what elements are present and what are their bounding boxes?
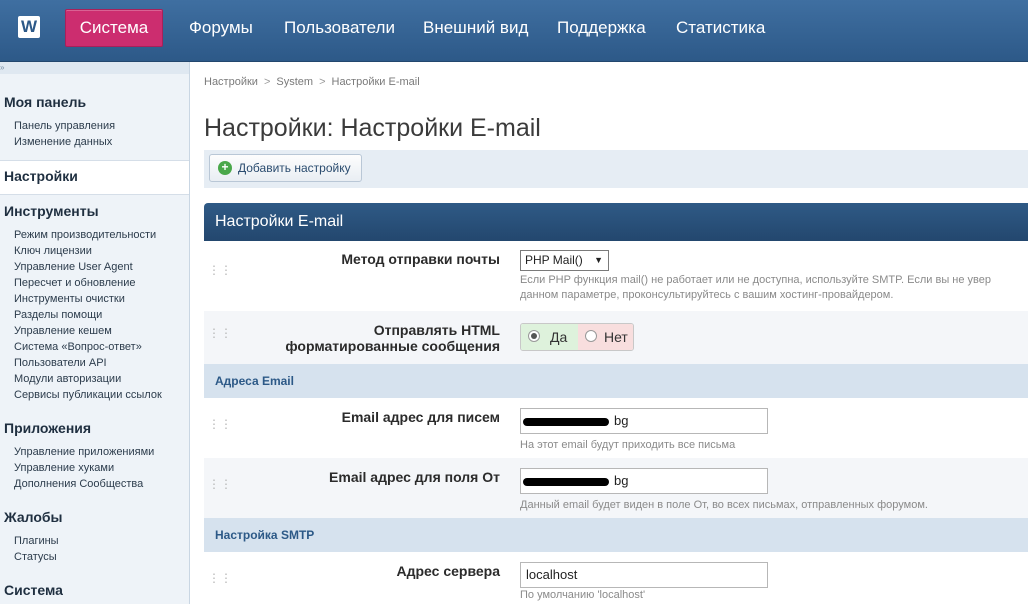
mail-method-hint-2: данном параметре, проконсультируйтесь с … xyxy=(520,289,894,301)
setting-row-mail-method: ⋮⋮ Метод отправки почты PHP Mail() ▼ Есл… xyxy=(204,241,1028,311)
sidebar-item-qa-system[interactable]: Система «Вопрос-ответ» xyxy=(14,341,142,353)
sidebar-item-help-sections[interactable]: Разделы помощи xyxy=(14,309,102,321)
html-mail-label: Отправлять HTML xyxy=(373,322,500,338)
sidebar-heading-tools: Инструменты xyxy=(4,203,99,219)
email-from-hint: Данный email будет виден в поле От, во в… xyxy=(520,499,928,511)
mail-method-value: PHP Mail() xyxy=(525,253,583,267)
sidebar-heading-complaints: Жалобы xyxy=(4,509,63,525)
html-mail-yes-option[interactable]: Да xyxy=(521,324,578,350)
redaction-mark xyxy=(523,418,609,426)
radio-unchecked-icon[interactable] xyxy=(585,330,597,342)
add-plus-icon: + xyxy=(218,161,232,175)
breadcrumb: Настройки > System > Настройки E-mail xyxy=(204,76,420,88)
sidebar-item-cleanup-tools[interactable]: Инструменты очистки xyxy=(14,293,125,305)
drag-handle-icon[interactable]: ⋮⋮ xyxy=(208,572,232,590)
sidebar-item-manage-apps[interactable]: Управление приложениями xyxy=(14,446,154,458)
sidebar-item-plugins[interactable]: Плагины xyxy=(14,535,59,547)
drag-handle-icon[interactable]: ⋮⋮ xyxy=(208,264,232,282)
sidebar-item-performance-mode[interactable]: Режим производительности xyxy=(14,229,156,241)
server-hint: По умолчанию 'localhost' xyxy=(520,589,646,601)
email-to-input[interactable]: bg xyxy=(520,408,768,434)
collapse-arrow-icon[interactable]: » xyxy=(0,63,4,72)
html-mail-toggle: Да Нет xyxy=(520,323,634,351)
mail-method-label: Метод отправки почты xyxy=(341,251,500,267)
breadcrumb-settings[interactable]: Настройки xyxy=(204,76,258,88)
setting-row-email-from: ⋮⋮ Email адрес для поля От bg Данный ema… xyxy=(204,458,1028,518)
page-title: Настройки: Настройки E-mail xyxy=(204,114,541,142)
section-title-email: Адреса Email xyxy=(215,374,294,388)
html-mail-yes-label: Да xyxy=(550,329,568,345)
app-logo-icon[interactable]: W xyxy=(18,16,40,38)
html-mail-label-2: форматированные сообщения xyxy=(285,338,500,354)
sidebar-item-statuses[interactable]: Статусы xyxy=(14,551,57,563)
sidebar-item-license-key[interactable]: Ключ лицензии xyxy=(14,245,92,257)
nav-tab-system[interactable]: Система xyxy=(65,9,163,47)
sidebar-collapse-strip[interactable]: » xyxy=(0,62,189,74)
nav-tab-support[interactable]: Поддержка xyxy=(557,10,646,46)
sidebar-item-control-panel[interactable]: Панель управления xyxy=(14,120,115,132)
drag-handle-icon[interactable]: ⋮⋮ xyxy=(208,327,232,345)
mail-method-hint: Если PHP функция mail() не работает или … xyxy=(520,274,992,286)
sidebar-item-edit-details[interactable]: Изменение данных xyxy=(14,136,112,148)
sidebar-item-auth-modules[interactable]: Модули авторизации xyxy=(14,373,121,385)
section-title-smtp: Настройка SMTP xyxy=(215,528,315,542)
html-mail-no-option[interactable]: Нет xyxy=(578,324,633,350)
sidebar-item-user-agent[interactable]: Управление User Agent xyxy=(14,261,133,273)
sidebar-item-link-services[interactable]: Сервисы публикации ссылок xyxy=(14,389,162,401)
email-to-value: bg xyxy=(614,413,629,428)
html-mail-no-label: Нет xyxy=(604,329,628,345)
redaction-mark xyxy=(523,478,609,486)
email-from-value: bg xyxy=(614,473,629,488)
nav-tab-statistics[interactable]: Статистика xyxy=(676,10,765,46)
main-content: Настройки > System > Настройки E-mail Настро… xyxy=(190,62,1028,604)
setting-row-html-mail: ⋮⋮ Отправлять HTML форматированные сообщ… xyxy=(204,311,1028,364)
server-input[interactable]: localhost xyxy=(520,562,768,588)
sidebar-item-manage-hooks[interactable]: Управление хуками xyxy=(14,462,114,474)
setting-row-email-to: ⋮⋮ Email адрес для писем bg На этот emai… xyxy=(204,398,1028,458)
sidebar-item-settings[interactable]: Настройки xyxy=(0,160,189,195)
drag-handle-icon[interactable]: ⋮⋮ xyxy=(208,418,232,436)
sidebar-item-community-addons[interactable]: Дополнения Сообщества xyxy=(14,478,143,490)
sidebar-heading-apps: Приложения xyxy=(4,420,92,436)
action-bar: + Добавить настройку xyxy=(204,150,1028,188)
add-setting-label: Добавить настройку xyxy=(238,161,351,175)
sidebar-item-recount[interactable]: Пересчет и обновление xyxy=(14,277,136,289)
nav-tab-appearance[interactable]: Внешний вид xyxy=(423,10,528,46)
nav-tab-users[interactable]: Пользователи xyxy=(284,10,395,46)
add-setting-button[interactable]: + Добавить настройку xyxy=(209,154,362,182)
top-navigation-bar: W Система Форумы Пользователи Внешний ви… xyxy=(0,0,1028,62)
server-label: Адрес сервера xyxy=(396,563,501,579)
section-header-smtp: Настройка SMTP xyxy=(204,518,1028,552)
email-from-label: Email адрес для поля От xyxy=(329,469,500,485)
settings-panel-title: Настройки E-mail xyxy=(215,213,344,230)
drag-handle-icon[interactable]: ⋮⋮ xyxy=(208,478,232,496)
breadcrumb-separator: > xyxy=(319,76,326,88)
breadcrumb-separator: > xyxy=(263,76,271,88)
setting-row-server: ⋮⋮ Адрес сервера localhost По умолчанию … xyxy=(204,552,1028,604)
nav-tab-forums[interactable]: Форумы xyxy=(189,10,253,46)
breadcrumb-system[interactable]: System xyxy=(276,76,313,88)
sidebar-item-cache[interactable]: Управление кешем xyxy=(14,325,112,337)
section-header-email: Адреса Email xyxy=(204,364,1028,398)
radio-checked-icon[interactable] xyxy=(528,330,540,342)
settings-panel-header: Настройки E-mail xyxy=(204,203,1028,241)
email-from-input[interactable]: bg xyxy=(520,468,768,494)
dropdown-arrow-icon: ▼ xyxy=(594,255,603,265)
sidebar-heading-system: Система xyxy=(4,582,63,598)
email-to-hint: На этот email будут приходить все письма xyxy=(520,439,736,451)
sidebar: » Моя панель Панель управления Изменение… xyxy=(0,62,190,604)
sidebar-item-api-users[interactable]: Пользователи API xyxy=(14,357,107,369)
email-to-label: Email адрес для писем xyxy=(341,409,500,425)
mail-method-select[interactable]: PHP Mail() ▼ xyxy=(520,250,609,271)
sidebar-heading-settings: Настройки xyxy=(4,168,78,184)
sidebar-heading-dashboard: Моя панель xyxy=(4,94,87,110)
breadcrumb-current: Настройки E-mail xyxy=(331,76,420,88)
